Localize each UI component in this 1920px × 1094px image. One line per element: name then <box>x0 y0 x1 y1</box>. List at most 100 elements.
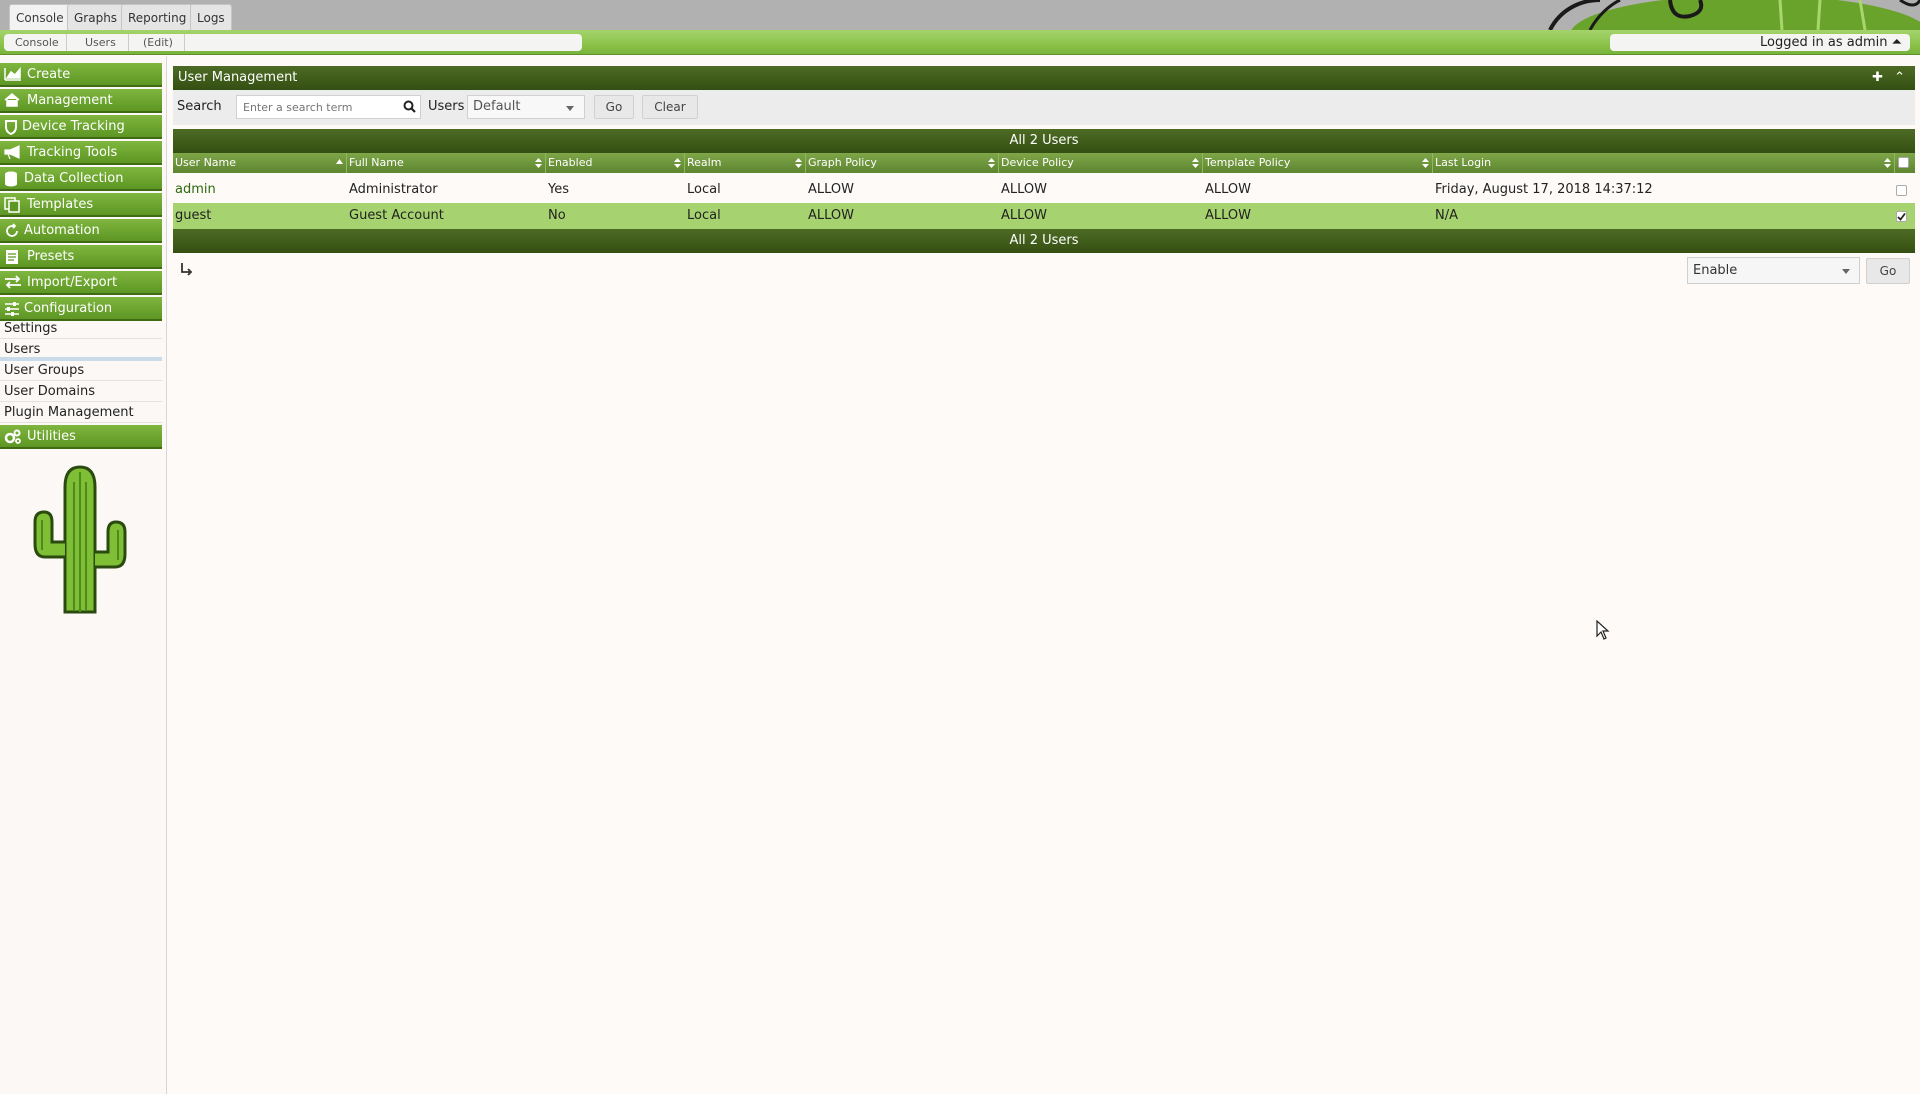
enabled-cell: Yes <box>548 182 569 197</box>
sort-icon <box>1884 158 1891 168</box>
tab-graphs[interactable]: Graphs <box>67 4 125 30</box>
device-policy-cell: ALLOW <box>1001 182 1048 197</box>
table-header: User Name Full Name Enabled Realm Graph … <box>173 153 1915 173</box>
sort-icon <box>1422 158 1429 168</box>
sidebar-item-label: Presets <box>27 249 75 264</box>
filter-bar: Search Users Default Go Clear <box>173 90 1915 125</box>
breadcrumb-console[interactable]: Console <box>15 34 59 51</box>
sidebar-item-user-groups[interactable]: User Groups <box>0 361 162 381</box>
sidebar-item-label: Automation <box>24 223 100 238</box>
sidebar-item-users[interactable]: Users <box>0 340 162 361</box>
column-header-template-policy[interactable]: Template Policy <box>1203 153 1433 173</box>
top-bar: Console Graphs Reporting Logs <box>0 0 1920 30</box>
column-header-last-login[interactable]: Last Login <box>1433 153 1895 173</box>
column-header-device-policy[interactable]: Device Policy <box>999 153 1203 173</box>
realm-cell: Local <box>687 208 721 223</box>
bulk-action-select[interactable]: Enable <box>1687 257 1860 284</box>
sidebar-item-import-export[interactable]: Import/Export <box>0 271 162 295</box>
breadcrumb-separator <box>184 34 194 51</box>
panel-header: User Management ✚ ⌃ <box>173 66 1915 90</box>
sidebar-item-label: Import/Export <box>27 275 118 290</box>
device-policy-cell: ALLOW <box>1001 208 1048 223</box>
column-header-full-name[interactable]: Full Name <box>347 153 546 173</box>
search-icon[interactable] <box>403 100 416 113</box>
sort-icon <box>674 158 681 168</box>
user-name-link[interactable]: admin <box>175 177 216 203</box>
sidebar-item-create[interactable]: Create <box>0 63 162 87</box>
breadcrumb-separator <box>66 34 76 51</box>
column-header-graph-policy[interactable]: Graph Policy <box>806 153 999 173</box>
sidebar-item-automation[interactable]: Automation <box>0 219 162 243</box>
sidebar-item-device-tracking[interactable]: Device Tracking <box>0 115 162 139</box>
search-input[interactable] <box>236 95 421 119</box>
exchange-icon <box>5 275 21 289</box>
tab-console[interactable]: Console <box>9 4 71 30</box>
chevron-down-icon <box>1842 269 1850 274</box>
sidebar-item-tracking-tools[interactable]: Tracking Tools <box>0 141 162 165</box>
sidebar-item-label: Device Tracking <box>22 119 125 134</box>
column-header-label: Device Policy <box>1001 156 1074 169</box>
users-select[interactable]: Default <box>467 95 585 119</box>
column-header-user-name[interactable]: User Name <box>173 153 347 173</box>
table-row[interactable]: admin Administrator Yes Local ALLOW ALLO… <box>173 177 1915 203</box>
breadcrumb: Console Users (Edit) <box>4 34 582 51</box>
shield-icon <box>5 120 17 135</box>
sidebar-item-plugin-management[interactable]: Plugin Management <box>0 403 162 423</box>
breadcrumb-separator <box>128 34 138 51</box>
breadcrumb-bar: Console Users (Edit) Logged in as admin … <box>0 30 1920 55</box>
sort-asc-icon <box>336 159 343 164</box>
column-header-label: Template Policy <box>1205 156 1291 169</box>
sort-icon <box>795 158 802 168</box>
sidebar-item-data-collection[interactable]: Data Collection <box>0 167 162 191</box>
full-name-cell: Administrator <box>349 182 438 197</box>
add-icon[interactable]: ✚ <box>1872 66 1883 90</box>
column-header-enabled[interactable]: Enabled <box>546 153 685 173</box>
last-login-cell: Friday, August 17, 2018 14:37:12 <box>1435 182 1653 197</box>
bulk-go-button[interactable]: Go <box>1866 258 1910 284</box>
sidebar-item-presets[interactable]: Presets <box>0 245 162 269</box>
chevron-down-icon <box>566 106 574 111</box>
sidebar-item-templates[interactable]: Templates <box>0 193 162 217</box>
sidebar-item-configuration[interactable]: Configuration <box>0 297 162 321</box>
sidebar-item-user-domains[interactable]: User Domains <box>0 382 162 402</box>
template-policy-cell: ALLOW <box>1205 182 1252 197</box>
column-header-label: Full Name <box>349 156 404 169</box>
row-checkbox[interactable] <box>1896 211 1907 222</box>
graph-policy-cell: ALLOW <box>808 182 855 197</box>
sidebar-item-label: Tracking Tools <box>27 145 118 160</box>
column-header-label: Last Login <box>1435 156 1492 169</box>
sidebar-item-label: Templates <box>27 197 94 212</box>
full-name-cell: Guest Account <box>349 208 444 223</box>
home-icon <box>4 93 20 107</box>
tab-logs[interactable]: Logs <box>190 4 232 30</box>
cactus-banner-image <box>1520 0 1920 30</box>
breadcrumb-users[interactable]: Users <box>85 34 116 51</box>
user-name-link[interactable]: guest <box>175 203 211 229</box>
sidebar-item-settings[interactable]: Settings <box>0 319 162 339</box>
sidebar-item-utilities[interactable]: Utilities <box>0 425 162 449</box>
realm-cell: Local <box>687 182 721 197</box>
sort-icon <box>535 158 542 168</box>
user-status[interactable]: Logged in as admin ⏶ <box>1610 34 1910 51</box>
go-button[interactable]: Go <box>594 95 634 119</box>
page-title: User Management <box>178 70 298 85</box>
megaphone-icon <box>4 145 20 159</box>
tab-reporting[interactable]: Reporting <box>121 4 194 30</box>
refresh-icon <box>6 223 18 237</box>
sidebar-item-label: Create <box>27 67 71 82</box>
chart-area-icon <box>4 67 21 81</box>
enabled-cell: No <box>548 208 566 223</box>
bulk-action-value: Enable <box>1693 263 1738 278</box>
collapse-icon[interactable]: ⌃ <box>1894 66 1905 90</box>
sidebar-item-management[interactable]: Management <box>0 89 162 113</box>
table-row[interactable]: guest Guest Account No Local ALLOW ALLOW… <box>173 203 1915 229</box>
sliders-icon <box>5 302 19 316</box>
search-label: Search <box>177 99 222 114</box>
sidebar: Create Management Device Tracking Tracki… <box>0 56 167 1094</box>
column-header-realm[interactable]: Realm <box>685 153 806 173</box>
select-all-checkbox[interactable] <box>1898 157 1909 168</box>
row-checkbox[interactable] <box>1896 185 1907 196</box>
sidebar-item-label: Utilities <box>27 429 76 444</box>
summary-bar-bottom: All 2 Users <box>173 229 1915 253</box>
clear-button[interactable]: Clear <box>642 95 698 119</box>
